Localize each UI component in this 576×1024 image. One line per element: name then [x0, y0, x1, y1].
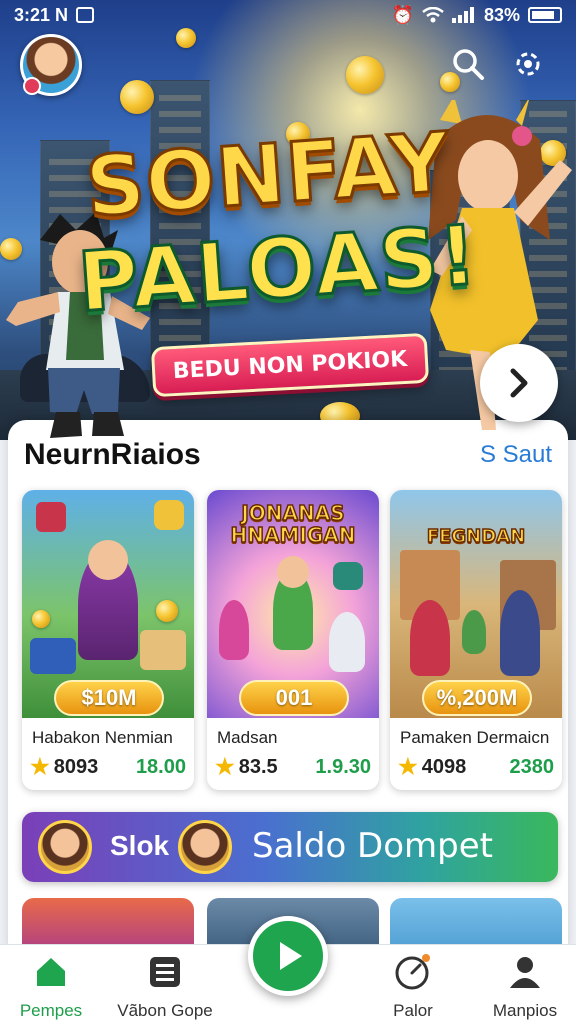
- profile-avatar[interactable]: [20, 34, 82, 96]
- star-icon: ★: [398, 754, 418, 779]
- game-card[interactable]: JONANAS HNAMIGAN 001 Madsan ★ 83.5 1.9.3…: [207, 490, 379, 790]
- signal-icon: [451, 7, 474, 23]
- game-stats: ★ 8093 18.00: [30, 754, 186, 780]
- game-stats: ★ 83.5 1.9.30: [215, 754, 371, 780]
- chevron-right-icon: [510, 368, 528, 398]
- section-title: NeurnRiaios: [24, 438, 201, 471]
- home-icon: [32, 953, 70, 991]
- battery-percent: 83%: [483, 4, 520, 25]
- game-price: 2380: [509, 755, 555, 778]
- game-price: 1.9.30: [315, 755, 371, 778]
- gear-icon[interactable]: [508, 44, 548, 84]
- game-art-title: JONANAS HNAMIGAN: [230, 501, 356, 547]
- star-icon: ★: [30, 754, 50, 779]
- play-button[interactable]: [248, 916, 328, 996]
- wallet-balance-title: Saldo Dompet: [252, 826, 493, 866]
- alarm-icon: ⏰: [391, 4, 414, 25]
- game-rating: 8093: [53, 755, 99, 778]
- star-icon: ★: [215, 754, 235, 779]
- user-icon: [506, 953, 544, 991]
- coin: [346, 56, 384, 94]
- game-card[interactable]: FEGNDAN %,200M Pamaken Dermaicn ★ 4098 2…: [390, 490, 562, 790]
- game-title: Pamaken Dermaicn: [400, 728, 550, 747]
- game-stats: ★ 4098 2380: [398, 754, 554, 780]
- nav-item-games[interactable]: Vãbon Gope: [110, 953, 220, 1021]
- list-icon: [146, 953, 184, 991]
- status-time: 3:21 N: [14, 4, 69, 25]
- game-title: Habakon Nenmian: [32, 728, 173, 747]
- prize-badge: %,200M: [422, 680, 532, 716]
- wifi-icon: [422, 7, 444, 23]
- prize-badge: $10M: [54, 680, 164, 716]
- nav-label: Manpios: [492, 1001, 558, 1020]
- section-header: NeurnRiaios S Saut: [24, 438, 552, 472]
- nav-item-palor[interactable]: Palor: [358, 953, 468, 1021]
- nav-label: Pempes: [19, 1001, 83, 1020]
- speedometer-icon: [394, 953, 432, 991]
- carousel-next-button[interactable]: [480, 344, 558, 422]
- prize-badge: 001: [239, 680, 349, 716]
- avatar-badge: [23, 77, 41, 95]
- battery-icon: [528, 7, 562, 23]
- nav-label: Vãbon Gope: [117, 1001, 213, 1020]
- game-title: Madsan: [217, 728, 278, 747]
- wallet-balance-banner[interactable]: Slok Saldo Dompet: [22, 812, 558, 882]
- coin: [120, 80, 154, 114]
- game-rating: 83.5: [238, 755, 278, 778]
- search-icon[interactable]: [448, 44, 488, 84]
- banner-slot-label: Slok: [110, 830, 170, 861]
- coin: [176, 28, 196, 48]
- nav-item-profile[interactable]: Manpios: [470, 953, 576, 1021]
- content-panel: NeurnRiaios S Saut $10M Habakon Nenmian …: [8, 420, 568, 958]
- nav-label: Palor: [393, 1001, 433, 1020]
- banner-avatar: [38, 820, 92, 874]
- game-card[interactable]: $10M Habakon Nenmian ★ 8093 18.00: [22, 490, 194, 790]
- game-art-title: FEGNDAN: [426, 525, 526, 548]
- notification-icon: [76, 7, 95, 23]
- nav-item-home[interactable]: Pempes: [0, 953, 106, 1021]
- game-rating: 4098: [421, 755, 467, 778]
- play-icon: [280, 942, 302, 970]
- status-bar: 3:21 N ⏰ 83%: [0, 0, 576, 30]
- see-all-link[interactable]: S Saut: [480, 441, 552, 469]
- banner-avatar: [178, 820, 232, 874]
- game-price: 18.00: [135, 755, 186, 778]
